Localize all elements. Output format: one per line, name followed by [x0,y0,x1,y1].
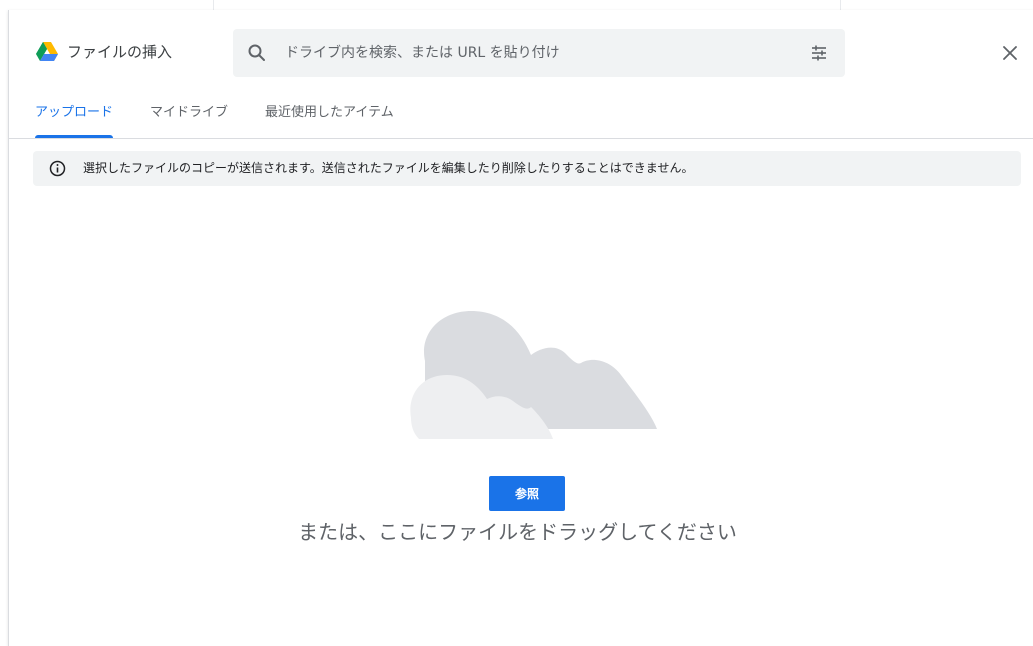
dialog-header: ファイルの挿入 [9,10,1033,88]
dialog-title: ファイルの挿入 [67,43,173,61]
search-input[interactable] [285,41,785,65]
google-drive-logo-icon [36,42,58,61]
drag-drop-hint: または、ここにファイルをドラッグしてください [298,520,737,544]
info-banner: 選択したファイルのコピーが送信されます。送信されたファイルを編集したり削除したり… [33,151,1021,186]
tab-bar: アップロード マイドライブ 最近使用したアイテム [9,88,1033,139]
search-icon[interactable] [247,43,267,63]
background-page [0,0,1033,10]
background-divider [213,0,214,10]
search-bar[interactable] [233,29,845,77]
tab-recent[interactable]: 最近使用したアイテム [265,88,394,138]
close-icon[interactable] [999,42,1021,64]
browse-button[interactable]: 参照 [489,476,565,511]
filter-options-icon[interactable] [808,42,830,64]
tab-my-drive[interactable]: マイドライブ [150,88,228,138]
info-icon [49,160,66,177]
background-divider [840,0,841,10]
info-banner-text: 選択したファイルのコピーが送信されます。送信されたファイルを編集したり削除したり… [83,161,694,175]
tab-upload[interactable]: アップロード [35,88,114,138]
cloud-illustration-icon [410,311,657,439]
insert-file-dialog: ファイルの挿入 アップロード マイドライブ 最近使用したアイテム [8,10,1033,646]
